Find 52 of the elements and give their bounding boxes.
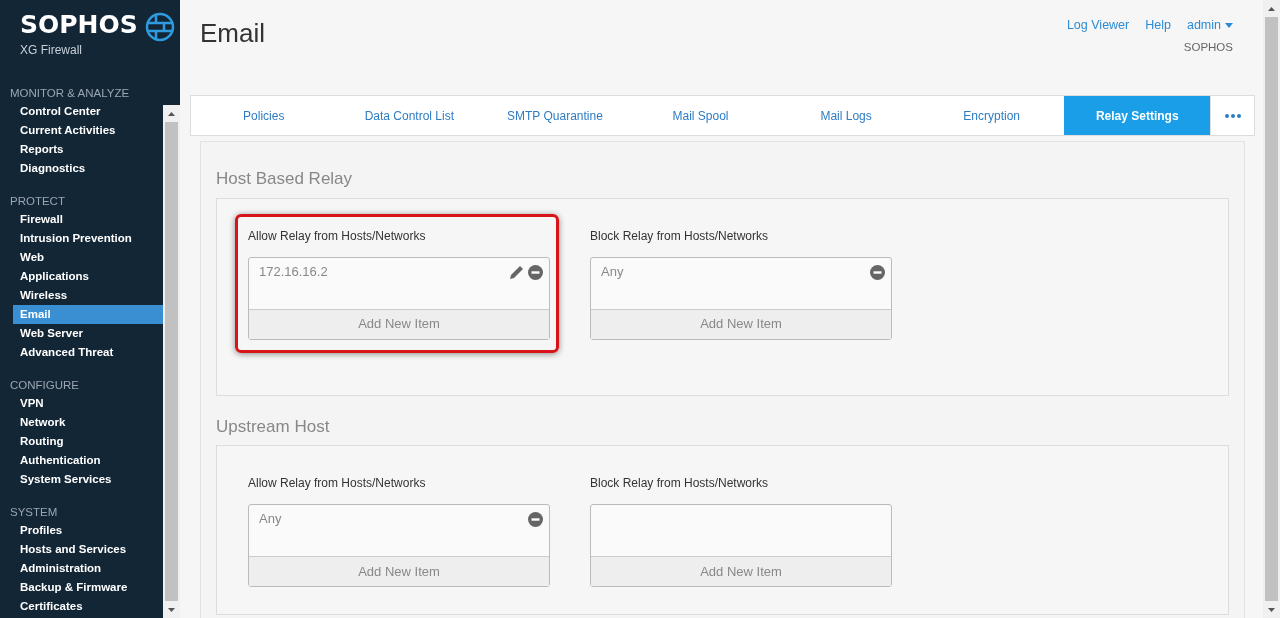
product-name: XG Firewall [20,42,83,59]
sidebar-item[interactable]: Network [13,413,163,432]
sidebar-item[interactable]: Applications [13,267,163,286]
list-item: 172.16.16.2 [259,262,328,281]
remove-icon[interactable] [870,264,885,280]
sidebar-item[interactable]: Diagnostics [13,159,163,178]
sidebar-section-title: MONITOR & ANALYZE [9,86,131,101]
scroll-up-icon[interactable] [1268,6,1275,11]
scroll-down-icon[interactable] [1268,607,1275,612]
sidebar-item[interactable]: Profiles [13,521,163,540]
scrollbar[interactable] [1263,0,1280,618]
sidebar-section-title: CONFIGURE [9,378,80,393]
sidebar-item[interactable]: Backup & Firmware [13,578,163,597]
more-icon [1224,113,1241,118]
list-label: Allow Relay from Hosts/Networks [248,227,427,245]
sidebar-item[interactable]: System Services [13,470,163,489]
header-link[interactable]: Log Viewer [1066,16,1130,35]
list-label: Block Relay from Hosts/Networks [590,475,770,492]
list-label: Allow Relay from Hosts/Networks [248,475,427,492]
sidebar-item[interactable]: Routing [13,432,163,451]
sidebar-section-title: SYSTEM [9,505,59,520]
organization-name: SOPHOS [1183,39,1233,55]
list-item: Any [259,510,282,528]
list-label: Block Relay from Hosts/Networks [590,227,770,245]
sidebar-item[interactable]: Control Center [13,102,163,121]
caret-icon [1225,22,1233,28]
list-item: Any [601,262,624,281]
sidebar-item[interactable]: Certificates [13,597,163,616]
scrollbar[interactable] [163,105,180,618]
pencil-icon[interactable] [509,264,524,280]
globe-icon [144,12,175,42]
remove-icon[interactable] [528,264,543,280]
sidebar-item[interactable]: Authentication [13,451,163,470]
sidebar-item[interactable]: Current Activities [13,121,163,140]
sidebar-item[interactable]: Hosts and Services [13,540,163,559]
sidebar-item[interactable]: VPN [13,394,163,413]
scroll-down-icon[interactable] [168,607,175,612]
sidebar-item[interactable]: Reports [13,140,163,159]
sidebar-item[interactable]: Web [13,248,163,267]
sidebar-item[interactable]: Firewall [13,210,163,229]
scroll-up-icon[interactable] [168,111,175,116]
sidebar-item[interactable]: Advanced Threat [13,343,163,362]
sidebar-section-title: PROTECT [9,194,66,209]
section-title: Upstream Host [216,415,331,438]
page-title: Email [199,17,265,50]
sidebar-item[interactable]: Administration [13,559,163,578]
sidebar-item[interactable]: Wireless [13,286,163,305]
remove-icon[interactable] [528,512,543,527]
brand-logo: SOPHOS [20,12,138,37]
section-title: Host Based Relay [216,168,354,190]
sidebar-item[interactable]: Intrusion Prevention [13,229,163,248]
sidebar-item[interactable]: Web Server [13,324,163,343]
